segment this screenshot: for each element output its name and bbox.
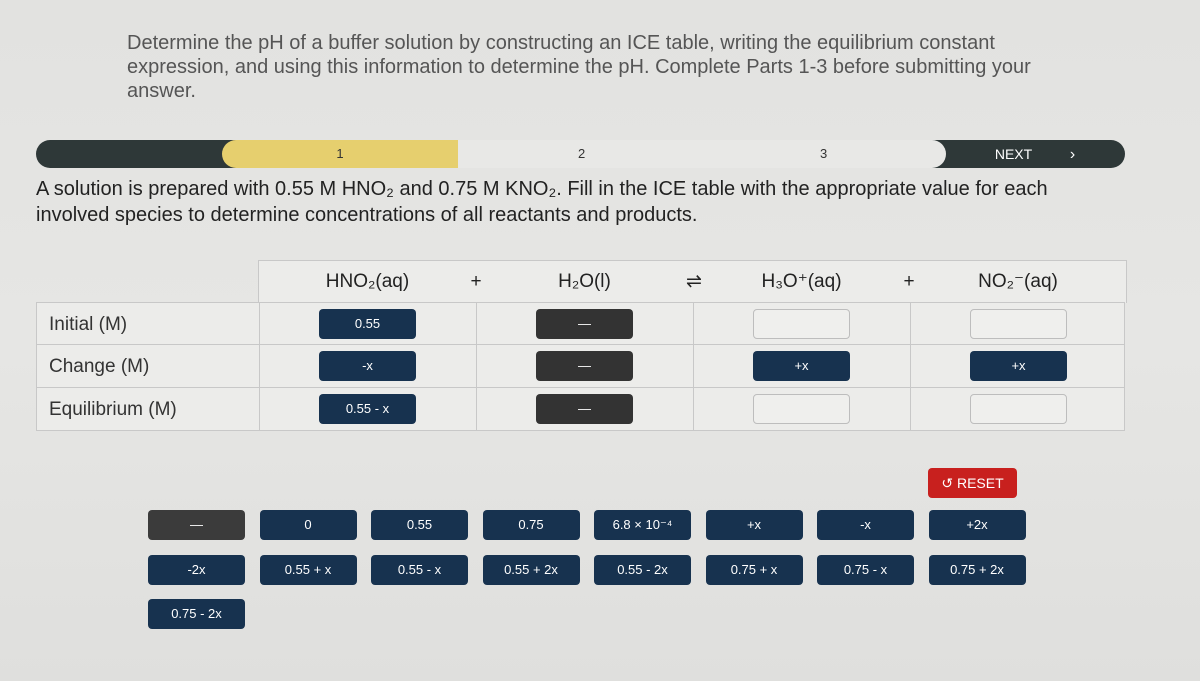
table-row: Initial (M) 0.55 — [36, 302, 1125, 345]
answer-tile[interactable]: 0.55 - 2x [594, 554, 691, 585]
answer-tile[interactable]: 0.75 - 2x [148, 599, 245, 629]
drop-slot[interactable] [753, 394, 850, 424]
next-button[interactable]: NEXT › [945, 140, 1125, 168]
table-header: HNO₂(aq) + H₂O(l) ⇌ H₃O⁺(aq) + NO₂⁻(aq) [258, 260, 1127, 303]
divider [259, 388, 260, 430]
reset-button[interactable]: ↺ RESET [928, 468, 1017, 498]
answer-tile[interactable]: 0.75 - x [817, 554, 914, 585]
cell-value[interactable]: — [536, 309, 633, 339]
row-label: Change (M) [49, 356, 150, 377]
divider [910, 303, 911, 344]
steps-remaining: 2 3 [458, 140, 946, 168]
ice-table: HNO₂(aq) + H₂O(l) ⇌ H₃O⁺(aq) + NO₂⁻(aq) … [36, 260, 1127, 432]
drop-slot[interactable] [753, 309, 850, 339]
cell-value[interactable]: +x [970, 351, 1067, 381]
answer-tile[interactable]: -2x [148, 554, 245, 585]
answer-tile[interactable]: 6.8 × 10⁻⁴ [594, 510, 691, 540]
step-2[interactable]: 2 [578, 140, 585, 168]
answer-tile[interactable]: 0.75 + 2x [928, 554, 1026, 585]
row-label: Initial (M) [49, 314, 128, 335]
cell-value[interactable]: 0.55 [319, 309, 416, 339]
drop-slot[interactable] [970, 309, 1067, 339]
answer-tile[interactable]: 0.75 [482, 510, 580, 540]
step-1[interactable]: 1 [222, 140, 458, 168]
problem-statement: A solution is prepared with 0.55 M HNO₂ … [36, 178, 1048, 226]
divider [259, 303, 260, 344]
divider [693, 388, 694, 430]
instructions: Determine the pH of a buffer solution by… [127, 32, 1031, 102]
answer-tile[interactable]: -x [817, 510, 914, 540]
answer-tile[interactable]: 0.55 - x [371, 554, 468, 585]
divider [476, 388, 477, 430]
species-h2o: H₂O(l) [558, 271, 611, 292]
species-h3o: H₃O⁺(aq) [761, 271, 842, 292]
undo-icon: ↺ [941, 475, 954, 491]
next-label: NEXT [994, 146, 1032, 162]
divider [693, 303, 694, 344]
cell-value[interactable]: — [536, 351, 633, 381]
divider [693, 345, 694, 387]
cell-value[interactable]: -x [319, 351, 416, 381]
answer-tile[interactable]: +2x [928, 510, 1026, 540]
answer-tile[interactable]: 0 [259, 510, 357, 540]
row-label: Equilibrium (M) [49, 399, 177, 420]
species-hno2: HNO₂(aq) [325, 271, 410, 292]
drop-slot[interactable] [970, 394, 1067, 424]
table-row: Change (M) -x — +x +x [36, 345, 1125, 388]
divider [910, 388, 911, 430]
divider [476, 303, 477, 344]
reset-label: RESET [956, 475, 1004, 491]
divider [910, 345, 911, 387]
answer-tile[interactable]: — [148, 510, 245, 540]
cell-value[interactable]: — [536, 394, 633, 424]
cell-value[interactable]: 0.55 - x [319, 394, 416, 424]
answer-tile[interactable]: 0.55 [371, 510, 468, 540]
step-3[interactable]: 3 [820, 140, 827, 168]
divider [259, 345, 260, 387]
answer-tile[interactable]: 0.55 + 2x [482, 554, 580, 585]
progress-bar: 1 2 3 NEXT › [36, 140, 1125, 168]
answer-tile[interactable]: +x [705, 510, 803, 540]
cell-value[interactable]: +x [753, 351, 850, 381]
table-row: Equilibrium (M) 0.55 - x — [36, 388, 1125, 431]
answer-tile[interactable]: 0.55 + x [259, 554, 357, 585]
chevron-right-icon: › [1069, 146, 1076, 163]
answer-tile[interactable]: 0.75 + x [705, 554, 803, 585]
species-no2: NO₂⁻(aq) [978, 271, 1058, 292]
divider [476, 345, 477, 387]
